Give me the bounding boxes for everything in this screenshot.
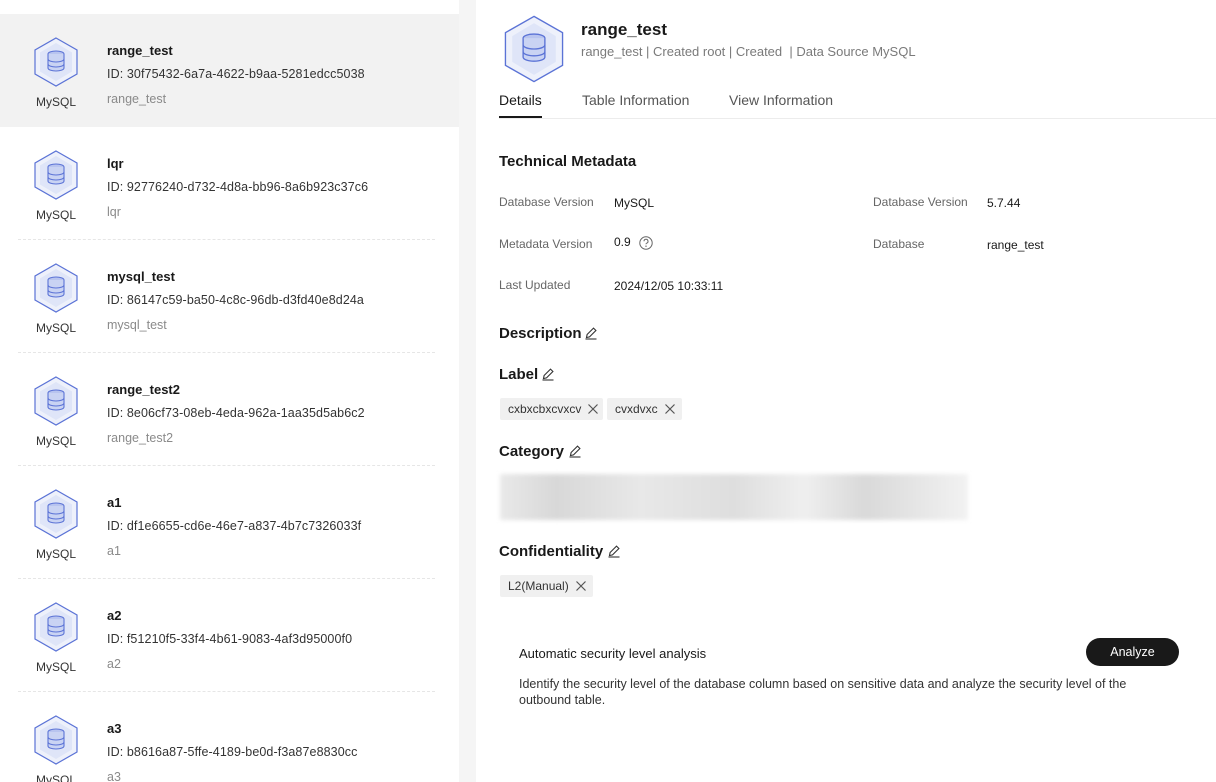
edit-category-icon[interactable] <box>568 444 582 458</box>
database-icon <box>34 376 78 426</box>
database-value: range_test <box>987 238 1044 252</box>
source-type: MySQL <box>35 547 76 561</box>
edit-description-icon[interactable] <box>584 326 598 340</box>
database-icon <box>34 489 78 539</box>
item-id: ID: b8616a87-5ffe-4189-be0d-f3a87e8830cc <box>107 745 358 759</box>
source-type: MySQL <box>35 773 76 782</box>
close-icon[interactable] <box>586 398 600 420</box>
db-version-type: MySQL <box>614 196 655 210</box>
database-icon <box>34 150 78 200</box>
list-item[interactable]: MySQL a3 ID: b8616a87-5ffe-4189-be0d-f3a… <box>0 692 459 782</box>
list-item[interactable]: MySQL range_test ID: 30f75432-6a7a-4622-… <box>0 14 459 127</box>
tab-bar: Details Table Information View Informati… <box>499 92 1216 119</box>
database-icon <box>34 263 78 313</box>
database-icon <box>34 715 78 765</box>
item-description: a3 <box>107 770 121 782</box>
item-description: a2 <box>107 657 121 671</box>
label-tag-text: cxbxcbxcvxcv <box>508 402 582 416</box>
confidentiality-title: Confidentiality <box>499 543 604 560</box>
list-item[interactable]: MySQL a2 ID: f51210f5-33f4-4b61-9083-4af… <box>0 579 459 692</box>
auto-analysis-description: Identify the security level of the datab… <box>519 677 1127 707</box>
close-icon[interactable] <box>574 575 588 597</box>
category-content-blurred <box>500 474 968 520</box>
item-description: range_test <box>107 92 167 106</box>
close-icon[interactable] <box>663 398 677 420</box>
item-id: ID: 86147c59-ba50-4c8c-96db-d3fd40e8d24a <box>107 293 364 307</box>
list-item[interactable]: MySQL a1 ID: df1e6655-cd6e-46e7-a837-4b7… <box>0 466 459 579</box>
auto-analysis-title: Automatic security level analysis <box>519 646 707 661</box>
item-name: range_test2 <box>107 382 180 397</box>
label-title: Label <box>499 366 539 383</box>
source-type: MySQL <box>35 434 76 448</box>
label-tag: cvxdvxc <box>607 398 682 420</box>
database-icon <box>34 37 78 87</box>
source-type: MySQL <box>35 321 76 335</box>
item-description: mysql_test <box>107 318 167 332</box>
item-description: lqr <box>107 205 121 219</box>
metadata-version-value: 0.9 <box>614 235 631 249</box>
database-label: Database <box>873 237 925 251</box>
item-name: a3 <box>107 721 122 736</box>
list-item[interactable]: MySQL range_test2 ID: 8e06cf73-08eb-4eda… <box>0 353 459 466</box>
category-title: Category <box>499 443 565 460</box>
technical-metadata-title: Technical Metadata <box>499 153 637 170</box>
detail-panel: range_test range_test | Created root | C… <box>477 0 1216 782</box>
item-name: a2 <box>107 608 122 623</box>
db-version-label: Database Version <box>499 195 594 209</box>
page-title: range_test <box>581 20 667 39</box>
tab-table-information[interactable]: Table Information <box>582 92 689 108</box>
item-name: range_test <box>107 43 173 58</box>
item-id: ID: df1e6655-cd6e-46e7-a837-4b7c7326033f <box>107 519 362 533</box>
database-icon <box>34 602 78 652</box>
source-type: MySQL <box>35 95 76 109</box>
item-id: ID: 8e06cf73-08eb-4eda-962a-1aa35d5ab6c2 <box>107 406 365 420</box>
edit-confidentiality-icon[interactable] <box>607 544 621 558</box>
edit-label-icon[interactable] <box>541 367 555 381</box>
item-name: mysql_test <box>107 269 175 284</box>
last-updated-label: Last Updated <box>499 278 571 292</box>
database-icon <box>504 15 564 83</box>
source-type: MySQL <box>35 208 76 222</box>
item-id: ID: 30f75432-6a7a-4622-b9aa-5281edcc5038 <box>107 67 365 81</box>
analyze-button[interactable]: Analyze <box>1086 638 1179 666</box>
item-id: ID: 92776240-d732-4d8a-bb96-8a6b923c37c6 <box>107 180 369 194</box>
confidentiality-tag-text: L2(Manual) <box>508 579 569 593</box>
list-item[interactable]: MySQL lqr ID: 92776240-d732-4d8a-bb96-8a… <box>0 127 459 240</box>
data-source-list: MySQL range_test ID: 30f75432-6a7a-4622-… <box>0 0 476 782</box>
db-version-label-2: Database Version <box>873 195 968 209</box>
item-name: a1 <box>107 495 122 510</box>
list-item[interactable]: MySQL mysql_test ID: 86147c59-ba50-4c8c-… <box>0 240 459 353</box>
auto-security-analysis-card: Automatic security level analysis Analyz… <box>499 628 1199 718</box>
item-id: ID: f51210f5-33f4-4b61-9083-4af3d95000f0 <box>107 632 353 646</box>
label-tag-text: cvxdvxc <box>615 402 658 416</box>
item-name: lqr <box>107 156 124 171</box>
tab-details[interactable]: Details <box>499 92 542 118</box>
item-description: a1 <box>107 544 121 558</box>
list-scrollbar-track[interactable] <box>459 0 476 782</box>
tab-view-information[interactable]: View Information <box>729 92 833 108</box>
page-subtitle: range_test | Created root | Created | Da… <box>581 44 916 59</box>
item-description: range_test2 <box>107 431 174 445</box>
help-icon[interactable] <box>639 236 653 250</box>
description-title: Description <box>499 325 582 342</box>
metadata-version-label: Metadata Version <box>499 237 593 251</box>
db-version-value: 5.7.44 <box>987 196 1021 210</box>
source-type: MySQL <box>35 660 76 674</box>
confidentiality-tag: L2(Manual) <box>500 575 593 597</box>
label-tag: cxbxcbxcvxcv <box>500 398 603 420</box>
last-updated-value: 2024/12/05 10:33:11 <box>614 279 724 293</box>
